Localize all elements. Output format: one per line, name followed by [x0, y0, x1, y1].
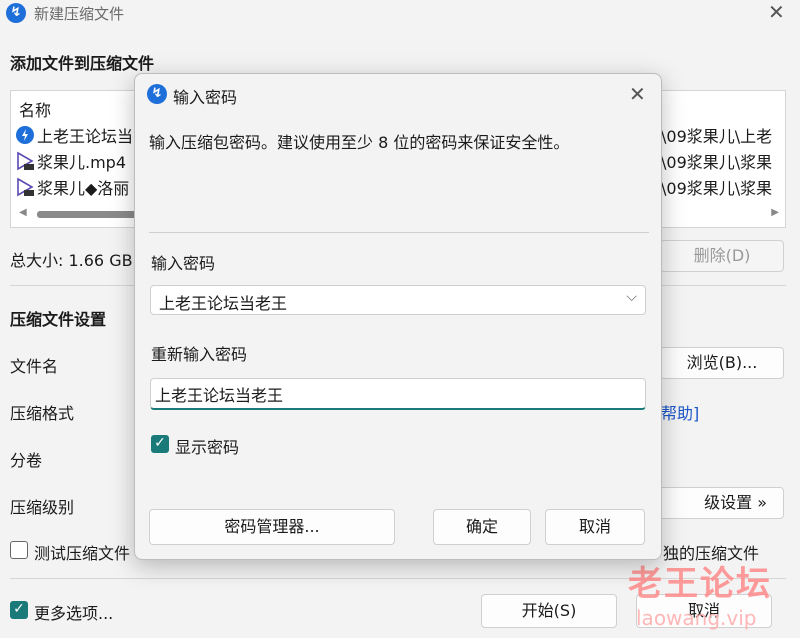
show-password-checkbox[interactable]: ✓	[151, 435, 169, 453]
dialog-title: 输入密码	[173, 88, 238, 107]
delete-button[interactable]: 删除(D)	[660, 240, 784, 272]
file-path: \09浆果儿\上老	[661, 127, 773, 146]
scroll-right-icon[interactable]: ▶	[771, 207, 779, 218]
settings-heading: 压缩文件设置	[10, 310, 107, 329]
watermark-url: laowang.vip	[636, 606, 757, 630]
password-label: 输入密码	[151, 254, 216, 273]
chevron-down-icon[interactable]: ⌵	[626, 289, 637, 305]
app-icon	[15, 125, 35, 145]
list-item[interactable]: 上老王论坛当	[15, 123, 133, 147]
window-title-bar: ↯ 新建压缩文件 ✕	[0, 0, 800, 28]
dialog-close-icon[interactable]: ✕	[629, 84, 646, 104]
window-title: 新建压缩文件	[34, 5, 125, 23]
app-logo-icon: ↯	[6, 3, 26, 23]
level-label: 压缩级别	[10, 498, 75, 517]
more-options-checkbox[interactable]: ✓	[10, 601, 28, 619]
scroll-left-icon[interactable]: ◀	[19, 207, 27, 218]
divider	[149, 232, 649, 233]
help-link[interactable]: 帮助]	[661, 400, 699, 424]
filename-label: 文件名	[10, 357, 59, 376]
file-path: \09浆果儿\浆果	[661, 153, 773, 172]
add-files-heading: 添加文件到压缩文件	[10, 54, 155, 73]
repeat-password-label: 重新输入密码	[151, 345, 248, 364]
file-name: 上老王论坛当	[37, 127, 134, 146]
password-combobox[interactable]: 上老王论坛当老王 ⌵	[150, 285, 646, 315]
test-archive-checkbox[interactable]	[10, 541, 28, 559]
watermark-text: 老王论坛	[628, 564, 772, 604]
repeat-password-input[interactable]	[150, 378, 646, 410]
test-archive-label: 测试压缩文件	[34, 544, 131, 563]
app-logo-icon: ↯	[147, 84, 167, 104]
dialog-description: 输入压缩包密码。建议使用至少 8 位的密码来保证安全性。	[149, 133, 570, 152]
list-item[interactable]: 浆果儿.mp4	[15, 149, 126, 173]
column-header-name[interactable]: 名称	[19, 97, 51, 121]
file-name: 浆果儿◆洛丽	[37, 179, 130, 198]
password-dialog: ↯ 输入密码 ✕ 输入压缩包密码。建议使用至少 8 位的密码来保证安全性。 输入…	[134, 73, 662, 560]
video-icon	[15, 151, 35, 171]
file-path: \09浆果儿\浆果	[661, 179, 773, 198]
browse-button[interactable]: 浏览(B)...	[660, 347, 784, 379]
password-manager-button[interactable]: 密码管理器...	[149, 509, 395, 545]
more-options-label: 更多选项...	[34, 604, 114, 623]
show-password-label: 显示密码	[175, 438, 240, 457]
window-close-icon[interactable]: ✕	[768, 2, 785, 22]
password-value: 上老王论坛当老王	[159, 294, 288, 313]
format-label: 压缩格式	[10, 404, 75, 423]
total-size: 总大小: 1.66 GB	[10, 251, 133, 270]
dialog-cancel-button[interactable]: 取消	[545, 509, 645, 545]
list-item[interactable]: 浆果儿◆洛丽	[15, 175, 129, 199]
video-icon	[15, 177, 35, 197]
start-button[interactable]: 开始(S)	[481, 594, 617, 628]
file-name: 浆果儿.mp4	[37, 153, 127, 172]
volume-label: 分卷	[10, 451, 43, 470]
ok-button[interactable]: 确定	[433, 509, 531, 545]
